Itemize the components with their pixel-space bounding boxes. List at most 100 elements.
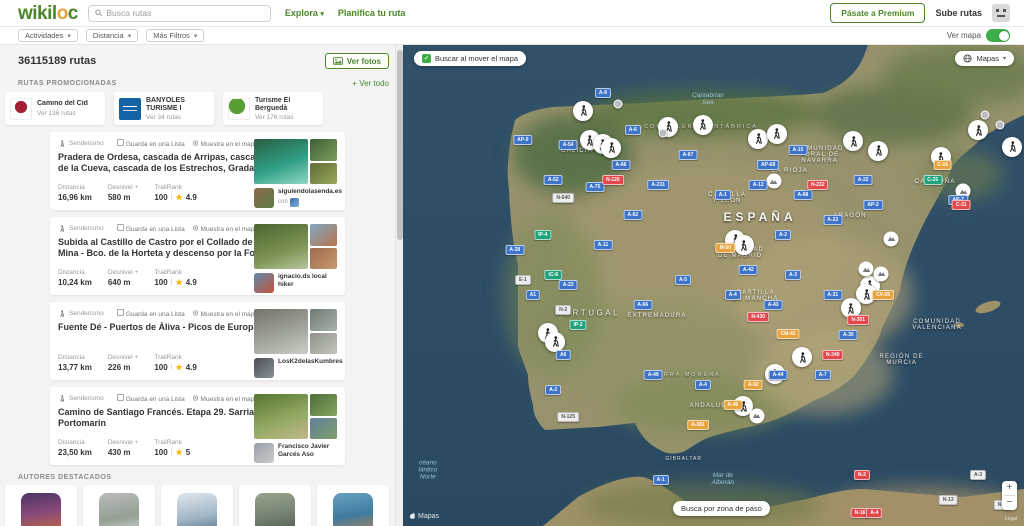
trail-title[interactable]: Pradera de Ordesa, cascada de Arripas, c… [58, 152, 266, 175]
trail-photo[interactable] [254, 394, 308, 439]
filter-actividades[interactable]: Actividades▾ [18, 29, 78, 42]
filter-distancia[interactable]: Distancia▾ [86, 29, 138, 42]
hiker-trail-marker[interactable] [868, 141, 888, 161]
promo-card-banyoles[interactable]: BANYOLES TURISME I ESPORTVer 34 rutas [114, 92, 214, 125]
search-box[interactable] [88, 5, 271, 22]
upload-routes-link[interactable]: Sube rutas [935, 8, 982, 18]
poi-marker[interactable] [659, 129, 668, 138]
trail-photos[interactable] [254, 224, 337, 269]
road-shield: A-62 [623, 210, 642, 220]
mountain-trail-marker[interactable] [884, 231, 899, 246]
filter-mas-filtros[interactable]: Más Filtros▾ [146, 29, 204, 42]
show-on-map[interactable]: Muestra en el mapa [192, 225, 258, 233]
zoom-out-button[interactable]: − [1002, 496, 1017, 510]
search-by-zone-button[interactable]: Busca por zona de paso [673, 501, 770, 516]
mountain-trail-marker[interactable] [749, 408, 764, 423]
nav-explora[interactable]: Explora ▾ [285, 8, 324, 18]
show-on-map[interactable]: Muestra en el mapa [192, 140, 258, 148]
save-to-list[interactable]: Guarda en una Lista [117, 309, 185, 318]
trail-photos[interactable] [254, 309, 337, 354]
poi-marker[interactable] [980, 111, 989, 120]
save-to-list[interactable]: Guarda en una Lista [117, 224, 185, 233]
poi-marker[interactable] [995, 120, 1004, 129]
ver-todo-link[interactable]: + Ver todo [352, 79, 389, 88]
user-avatar[interactable] [992, 4, 1010, 22]
premium-button[interactable]: Pásate a Premium [830, 3, 925, 23]
author-avatar [255, 493, 295, 526]
wikiloc-logo[interactable]: wikiloc [18, 4, 78, 23]
show-on-map[interactable]: Muestra en el mapa [192, 395, 258, 403]
legal-link[interactable]: Legal [1005, 516, 1017, 522]
hiker-trail-marker[interactable] [1002, 137, 1022, 157]
trail-title[interactable]: Fuente Dé - Puertos de Áliva - Picos de … [58, 322, 266, 333]
search-input[interactable] [106, 8, 264, 18]
trail-photo[interactable] [254, 309, 308, 354]
trail-card[interactable]: Senderismo Guarda en una Lista Muestra e… [50, 132, 345, 210]
author-name[interactable]: Francisco Javier Garcés Aso [278, 443, 337, 459]
trail-photo[interactable] [310, 163, 337, 185]
trail-card[interactable]: Senderismo Guarda en una Lista Muestra e… [50, 302, 345, 380]
ver-mapa-toggle[interactable] [986, 29, 1010, 42]
zoom-control[interactable]: + − [1002, 481, 1017, 510]
activity-label: Senderismo [69, 140, 104, 147]
hiker-trail-marker[interactable] [573, 101, 593, 121]
promo-card-camino-del-cid[interactable]: Camino del CidVer 136 rutas [5, 92, 105, 125]
road-shield: A-52 [544, 175, 563, 185]
author-avatar[interactable] [254, 443, 274, 463]
author-name[interactable]: siguiendolasenda.es [278, 188, 342, 196]
trail-photo[interactable] [310, 394, 337, 416]
save-to-list[interactable]: Guarda en una Lista [117, 394, 185, 403]
attribution-label: Mapas [418, 513, 439, 520]
companion-avatar[interactable] [290, 198, 299, 207]
hiker-trail-marker[interactable] [843, 131, 863, 151]
trail-photo[interactable] [254, 224, 308, 269]
ver-fotos-button[interactable]: Ver fotos [325, 53, 389, 69]
trail-photo[interactable] [310, 248, 337, 270]
mountain-trail-marker[interactable] [766, 174, 781, 189]
trail-title[interactable]: Subida al Castillo de Castro por el Coll… [58, 237, 266, 260]
poi-marker[interactable] [613, 100, 622, 109]
featured-author-card[interactable]: Noruega7319 [239, 485, 311, 526]
author-avatar[interactable] [254, 188, 274, 208]
trail-photo[interactable] [310, 139, 337, 161]
map-canvas[interactable]: Cantabrian SeaCORDILLERA CANTÁBRICAGALIC… [403, 45, 1024, 526]
nav-planifica[interactable]: Planifica tu ruta [338, 8, 406, 18]
sidebar-scrollbar[interactable] [395, 45, 403, 526]
author-avatar[interactable] [254, 273, 274, 293]
trail-photo[interactable] [310, 418, 337, 440]
promo-card-bergueda[interactable]: Turisme El BerguedàVer 176 rutas [223, 92, 323, 125]
trail-photo[interactable] [254, 139, 308, 184]
trailrank-value: 100 [154, 363, 167, 372]
road-shield: C-31 [952, 200, 971, 210]
hiker-trail-marker[interactable] [601, 138, 621, 158]
trail-card[interactable]: Senderismo Guarda en una Lista Muestra e… [50, 387, 345, 465]
author-avatar[interactable] [254, 358, 274, 378]
mountain-trail-marker[interactable] [874, 266, 889, 281]
featured-author-card[interactable]: antonemo [83, 485, 155, 526]
trail-photo[interactable] [310, 333, 337, 355]
hiker-trail-marker[interactable] [767, 124, 787, 144]
trail-photos[interactable] [254, 394, 337, 439]
mountain-trail-marker[interactable] [859, 262, 874, 277]
hiker-trail-marker[interactable] [734, 235, 754, 255]
trail-photos[interactable] [254, 139, 337, 184]
save-to-list[interactable]: Guarda en una Lista [117, 139, 185, 148]
hiker-trail-marker[interactable] [748, 129, 768, 149]
featured-author-card[interactable]: ignacio.ds local h... [317, 485, 389, 526]
hiker-trail-marker[interactable] [968, 120, 988, 140]
show-on-map[interactable]: Muestra en el mapa [192, 310, 258, 318]
trail-photo[interactable] [310, 309, 337, 331]
trail-title[interactable]: Camino de Santiago Francés. Etapa 29. Sa… [58, 407, 266, 430]
zoom-in-button[interactable]: + [1002, 481, 1017, 495]
hiker-trail-marker[interactable] [693, 115, 713, 135]
featured-author-card[interactable]: Bienve Delgado [161, 485, 233, 526]
author-name[interactable]: ignacio.ds local hiker [278, 273, 337, 289]
search-zone-label: Busca por zona de paso [681, 504, 762, 513]
trail-photo[interactable] [310, 224, 337, 246]
map-layers-button[interactable]: Mapas ▾ [955, 51, 1014, 66]
search-on-move-toggle[interactable]: ✓ Buscar al mover el mapa [414, 51, 526, 66]
trail-card[interactable]: Senderismo Guarda en una Lista Muestra e… [50, 217, 345, 295]
featured-author-card[interactable]: luis.itxina [5, 485, 77, 526]
author-name[interactable]: LosK2delasKumbres [278, 358, 343, 366]
hiker-trail-marker[interactable] [792, 347, 812, 367]
